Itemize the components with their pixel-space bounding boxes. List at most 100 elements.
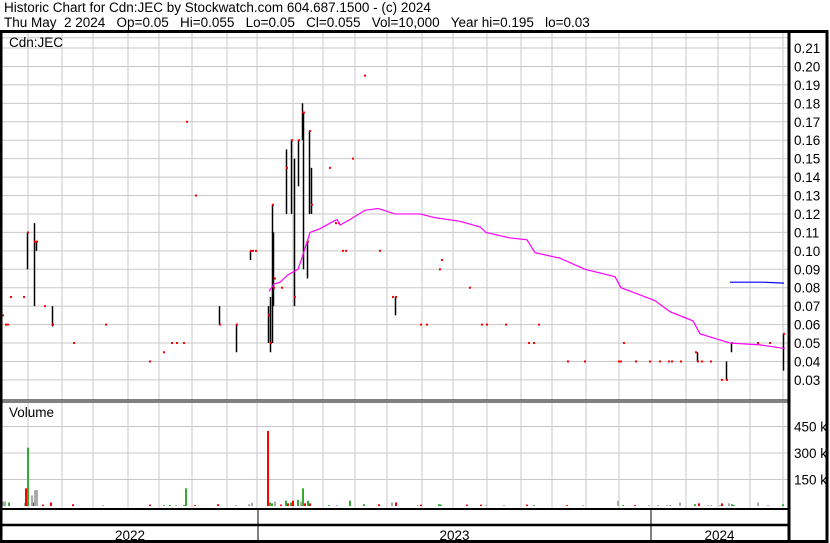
price-point (486, 323, 488, 326)
price-point (335, 222, 337, 225)
price-point (469, 286, 471, 289)
close-marker (236, 323, 238, 326)
volume-bar (698, 503, 700, 506)
price-point (618, 360, 620, 363)
volume-bar (363, 504, 365, 506)
price-point (163, 351, 165, 354)
price-tick-label: 0.07 (794, 299, 820, 314)
price-tick-label: 0.05 (794, 336, 820, 351)
price-point (392, 295, 394, 298)
volume-bar (648, 505, 650, 506)
price-point (620, 360, 622, 363)
volume-bar (292, 500, 294, 506)
price-point (183, 342, 185, 345)
price-point (379, 249, 381, 252)
volume-bar (503, 505, 505, 506)
volume-bar (163, 505, 165, 506)
volume-bar (617, 500, 619, 506)
price-tick-label: 0.06 (794, 318, 820, 333)
close-marker (298, 139, 300, 142)
volume-bar (657, 505, 659, 506)
volume-bar (420, 504, 422, 506)
volume-bar (391, 502, 393, 506)
close-marker (395, 295, 397, 298)
price-point (538, 323, 540, 326)
close-marker (268, 314, 270, 317)
price-point (176, 342, 178, 345)
price-tick-label: 0.19 (794, 78, 820, 93)
price-point (186, 120, 188, 123)
price-point (671, 360, 673, 363)
price-point (10, 295, 12, 298)
volume-bar (566, 505, 568, 506)
volume-bar (336, 505, 338, 506)
price-tick-label: 0.10 (794, 244, 820, 259)
price-tick-label: 0.20 (794, 59, 820, 74)
price-point (252, 249, 254, 252)
volume-bar (757, 502, 759, 506)
volume-bar (36, 490, 38, 506)
close-marker (52, 323, 54, 326)
year-label: 2022 (115, 528, 145, 543)
volume-bar (694, 504, 696, 506)
price-point (439, 268, 441, 271)
price-point (505, 323, 507, 326)
price-point (528, 342, 530, 345)
price-point (441, 259, 443, 262)
volume-bar (297, 499, 299, 506)
price-point (481, 323, 483, 326)
stock-chart: Cdn:JEC Volume 0.210.200.190.180.170.160… (0, 30, 829, 543)
price-point (695, 351, 697, 354)
volume-bar (248, 504, 250, 506)
volume-bar (25, 488, 27, 506)
volume-tick-label: 450 k (794, 420, 827, 435)
price-tick-label: 0.13 (794, 189, 820, 204)
volume-bar (307, 500, 309, 506)
volume-bar (34, 490, 36, 506)
volume-bar (378, 504, 380, 506)
volume-bar (721, 503, 723, 506)
symbol-label: Cdn:JEC (9, 35, 63, 50)
volume-tick-label: 300 k (794, 446, 827, 461)
volume-bar (349, 500, 351, 506)
price-point (426, 323, 428, 326)
price-point (680, 360, 682, 363)
volume-bar (31, 495, 33, 506)
price-point (352, 157, 354, 160)
price-point (345, 249, 347, 252)
volume-bar (50, 502, 52, 506)
volume-bar (251, 502, 253, 506)
volume-bar (533, 505, 535, 506)
close-marker (27, 231, 29, 234)
volume-bar (710, 505, 712, 506)
price-point (533, 342, 535, 345)
price-point (5, 323, 7, 326)
price-point (364, 74, 366, 77)
year-label: 2023 (439, 528, 469, 543)
volume-bar (300, 501, 302, 506)
price-point (281, 286, 283, 289)
volume-bar (271, 503, 273, 506)
volume-bar (622, 505, 624, 506)
volume-bar (304, 503, 306, 506)
price-tick-label: 0.12 (794, 207, 820, 222)
volume-bar (767, 505, 769, 506)
volume-bar (42, 504, 44, 506)
volume-bar (267, 430, 269, 506)
close-marker (34, 240, 36, 243)
volume-bar (634, 505, 636, 506)
year-label: 2024 (704, 528, 735, 543)
volume-bars (2, 430, 784, 506)
volume-bar (480, 504, 482, 506)
volume-bar (440, 505, 442, 506)
volume-bar (669, 505, 671, 506)
close-marker (250, 249, 252, 252)
price-point (769, 342, 771, 345)
volume-tick-label: 150 k (794, 473, 827, 488)
volume-bar (169, 505, 171, 506)
close-marker (311, 203, 313, 206)
price-point (635, 360, 637, 363)
volume-bar (466, 504, 468, 506)
volume-bar (417, 505, 419, 506)
volume-bar (217, 504, 219, 506)
